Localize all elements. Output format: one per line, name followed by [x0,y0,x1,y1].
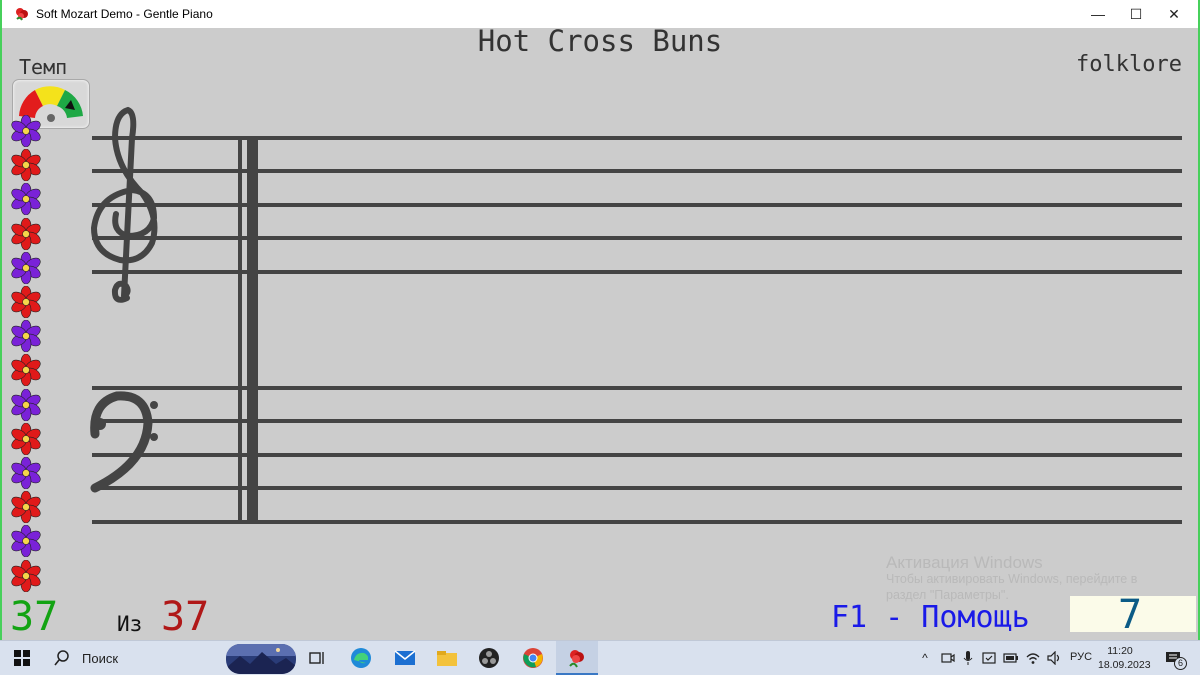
taskbar-mail[interactable] [386,641,424,675]
tray-notifications[interactable]: 6 [1156,641,1190,675]
tray-battery[interactable] [1000,641,1022,675]
task-view-icon [309,652,324,664]
shield-icon [982,652,996,664]
flower-icon [10,251,42,285]
taskbar: Поиск ^ РУС 11:20 18.09.2023 6 [0,640,1200,675]
tray-clock[interactable]: 11:20 18.09.2023 [1098,644,1151,672]
score-box: 7 [1070,592,1196,638]
tray-language[interactable]: РУС [1070,651,1092,663]
taskbar-soft-mozart[interactable] [556,641,598,675]
bass-clef-dot-top [150,401,158,409]
taskbar-edge[interactable] [342,641,380,675]
edge-browser-icon [351,648,371,668]
grand-staff [90,106,1182,524]
music-content: Hot Cross Buns folklore Темп 37 Из 37 Ак… [2,24,1198,640]
app-rose-icon [16,8,28,21]
taskbar-explorer[interactable] [428,641,466,675]
start-button[interactable] [0,641,44,675]
windows-logo-icon [14,650,30,666]
flower-column [10,114,42,593]
note-counter-total: 37 [161,594,210,640]
battery-icon [1003,653,1018,663]
flower-icon [10,524,42,558]
tray-security[interactable] [978,641,1000,675]
help-hint[interactable]: F1 - Помощь [831,600,1030,635]
flower-icon [10,182,42,216]
tray-volume[interactable] [1044,641,1066,675]
obs-icon [479,648,499,668]
window-title: Soft Mozart Demo - Gentle Piano [36,7,213,21]
mountain-night-icon [226,644,296,674]
flower-icon [10,148,42,182]
chrome-icon [523,648,543,668]
flower-icon [10,456,42,490]
taskbar-search[interactable]: Поиск [44,641,224,675]
tray-meet-now[interactable] [938,641,958,675]
speaker-icon [1047,651,1060,665]
bass-clef-head [94,418,106,430]
clock-time: 11:20 [1107,645,1133,657]
mail-icon [394,650,416,665]
flower-icon [10,285,42,319]
tray-microphone[interactable] [958,641,978,675]
bass-clef-dot-bottom [150,433,158,441]
taskbar-chrome[interactable] [514,641,552,675]
flower-icon [10,388,42,422]
flower-icon [10,114,42,148]
flower-icon [10,353,42,387]
folder-icon [437,651,457,666]
flower-icon [10,558,42,592]
notification-badge: 6 [1174,657,1187,670]
search-icon [54,650,69,666]
app-window: Soft Mozart Demo - Gentle Piano — ☐ ✕ Ho… [0,0,1200,640]
tray-network[interactable] [1022,641,1044,675]
search-label: Поиск [82,650,119,666]
tray-overflow-chevron-icon[interactable]: ^ [916,641,934,675]
note-counter-current: 37 [10,594,59,640]
clock-date: 18.09.2023 [1098,659,1151,671]
note-counter-of-label: Из [117,612,143,636]
wifi-icon [1026,653,1040,664]
bass-clef-icon [90,391,153,493]
taskbar-obs[interactable] [470,641,508,675]
microphone-icon [963,651,973,665]
flower-icon [10,217,42,251]
score-value: 7 [1117,592,1143,638]
flower-icon [10,319,42,353]
barline-thick [247,138,258,522]
activation-title: Активация Windows [886,553,1043,572]
search-highlight-image[interactable] [226,644,296,674]
flower-icon [10,422,42,456]
rose-app-icon [569,650,584,668]
taskbar-task-view[interactable] [300,641,334,675]
activation-line2: Чтобы активировать Windows, перейдите в [886,572,1138,586]
barline-thin [238,138,242,522]
camera-icon [941,653,955,663]
flower-icon [10,490,42,524]
